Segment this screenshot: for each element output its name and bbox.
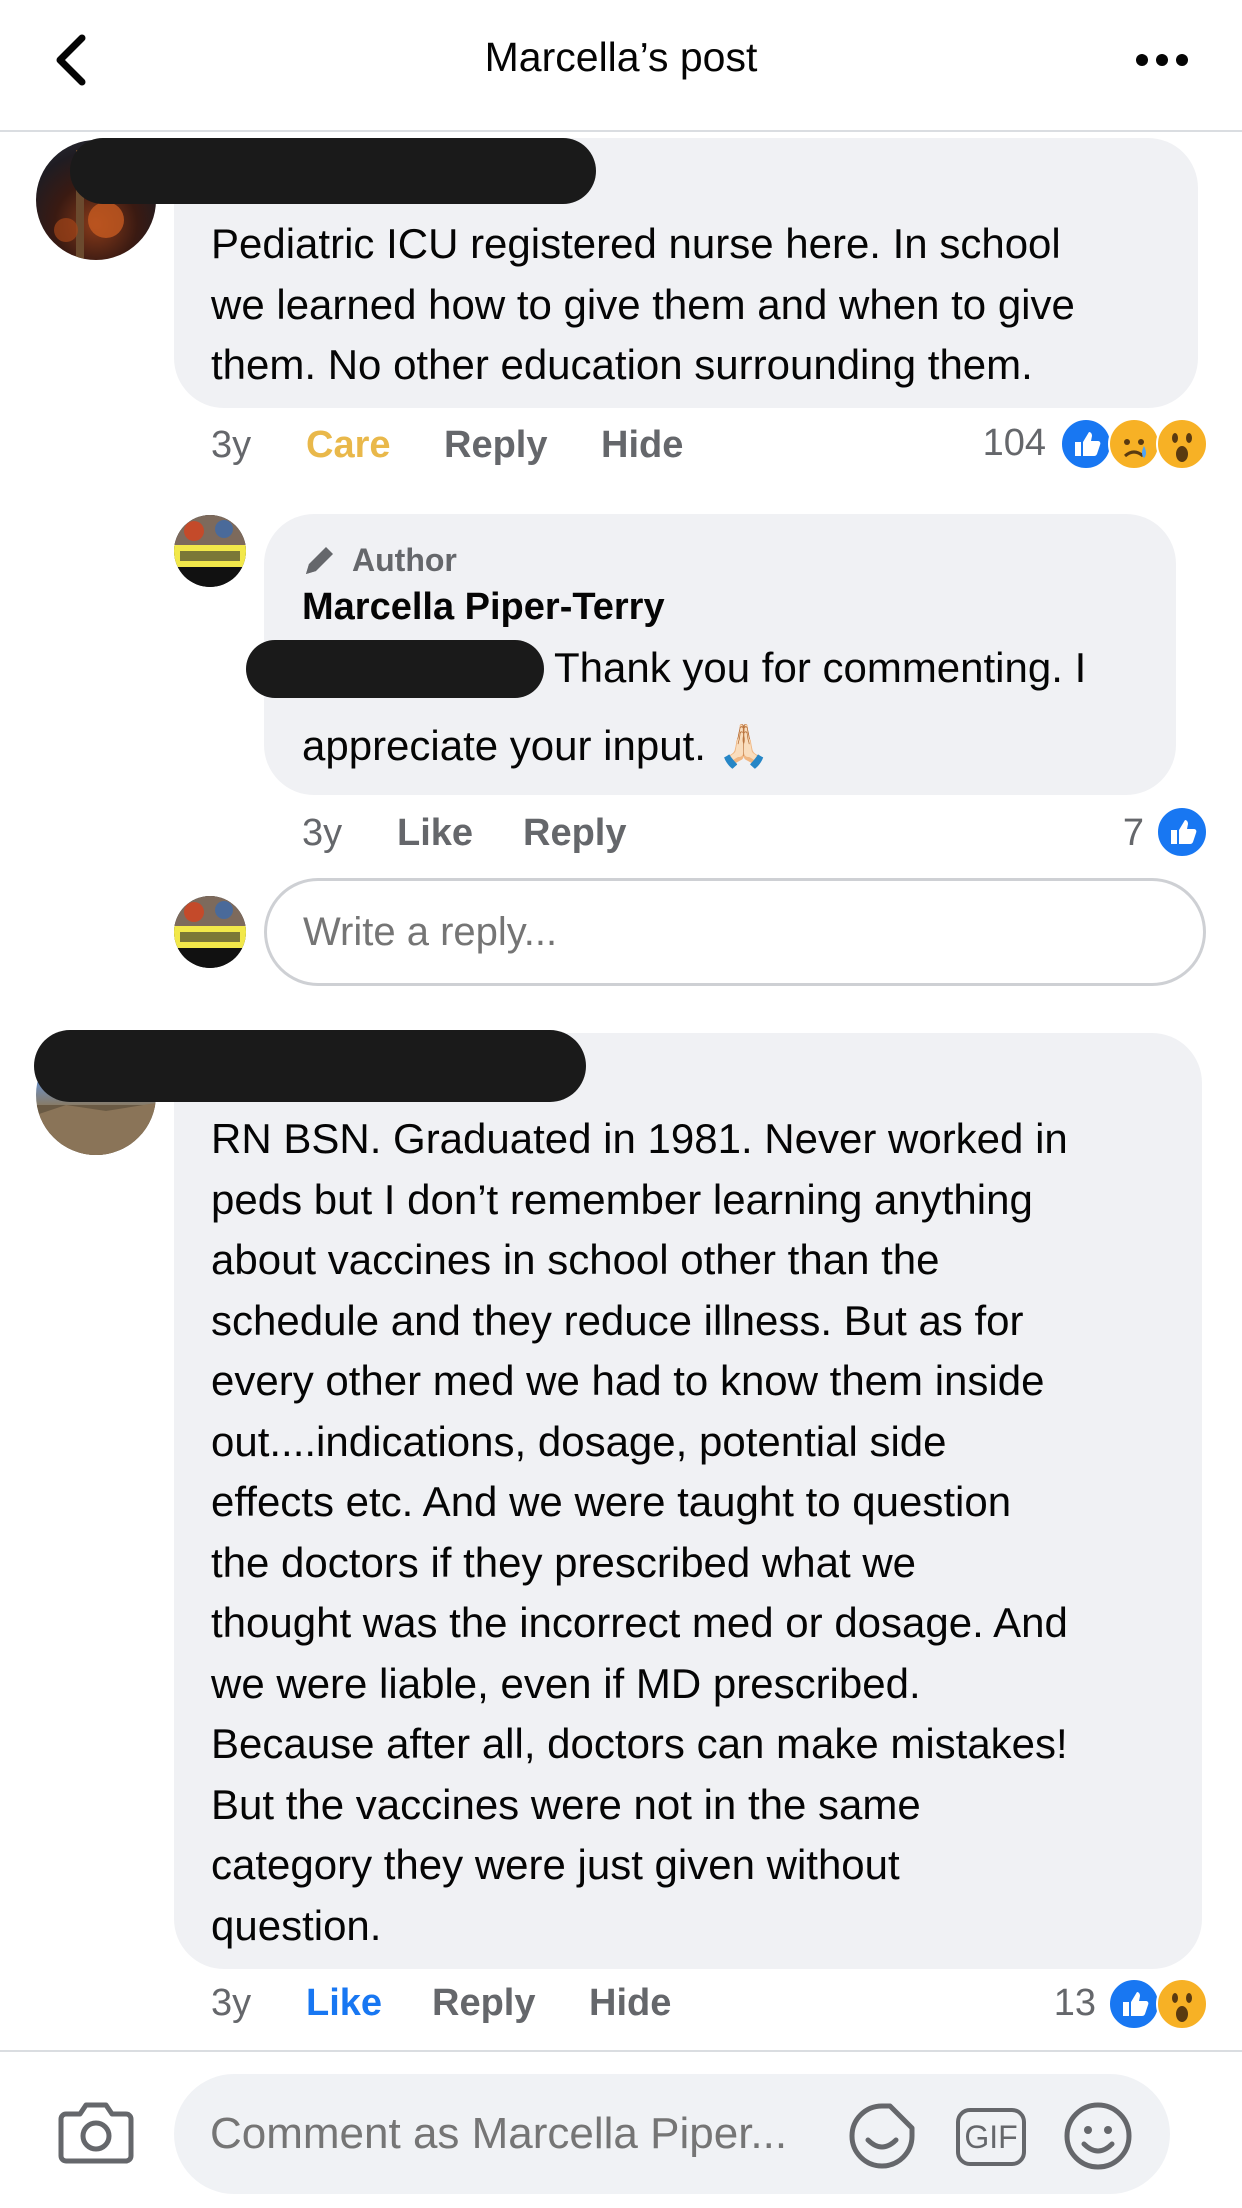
more-options-button[interactable] (1132, 42, 1192, 78)
reply-button[interactable]: Reply (444, 424, 547, 467)
comment-actions: 3y Care Reply Hide (211, 424, 811, 474)
reply-input[interactable] (303, 881, 1203, 983)
like-icon (1060, 418, 1112, 470)
comment-actions: 3y Like Reply Hide (211, 1982, 811, 2032)
like-button[interactable]: Like (306, 1982, 382, 2025)
comment-time: 3y (211, 1982, 252, 2024)
redacted-mention (246, 640, 544, 698)
hide-button[interactable]: Hide (589, 1982, 671, 2025)
like-button[interactable]: Like (397, 812, 473, 855)
reply-author-name[interactable]: Marcella Piper-Terry (302, 586, 665, 629)
camera-icon[interactable] (58, 2098, 134, 2164)
redacted-name (34, 1030, 586, 1102)
care-icon (1108, 418, 1160, 470)
avatar[interactable] (174, 515, 246, 587)
comment-composer-bar: GIF (0, 2050, 1242, 2208)
reply-input-container (264, 878, 1206, 986)
wow-icon (1156, 418, 1208, 470)
reply-time: 3y (302, 812, 343, 854)
like-icon (1108, 1978, 1160, 2030)
care-button[interactable]: Care (306, 424, 391, 467)
hide-button[interactable]: Hide (601, 424, 683, 467)
reply-button[interactable]: Reply (523, 812, 626, 855)
like-icon[interactable] (1156, 806, 1208, 858)
reactions[interactable] (1108, 1978, 1212, 2032)
pencil-icon (306, 547, 333, 574)
header: Marcella’s post (0, 0, 1242, 132)
gif-button[interactable]: GIF (956, 2108, 1026, 2166)
avatar (174, 896, 246, 968)
reactions[interactable] (1060, 418, 1210, 472)
comment-time: 3y (211, 424, 252, 466)
redacted-name (70, 138, 596, 204)
reaction-count[interactable]: 13 (1030, 1982, 1096, 2025)
comment-text: Pediatric ICU registered nurse here. In … (211, 220, 1075, 388)
page-title: Marcella’s post (484, 34, 758, 80)
reply-actions: 3y Like Reply (302, 812, 802, 862)
comment-input[interactable] (210, 2074, 830, 2194)
reaction-count[interactable]: 104 (940, 422, 1046, 465)
comment-text: RN BSN. Graduated in 1981. Never worked … (211, 1115, 1068, 1949)
reply-text-line1: Thank you for commenting. I (554, 644, 1087, 691)
author-badge-label: Author (352, 542, 457, 578)
sticker-icon[interactable] (846, 2100, 918, 2172)
more-horizontal-icon (1136, 54, 1188, 66)
reply-button[interactable]: Reply (432, 1982, 535, 2025)
reaction-count[interactable]: 7 (1080, 812, 1144, 855)
emoji-icon[interactable] (1062, 2100, 1134, 2172)
gif-label: GIF (964, 2119, 1018, 2155)
reply-text-line2: appreciate your input. 🙏🏻 (302, 722, 770, 769)
wow-icon (1156, 1978, 1208, 2030)
